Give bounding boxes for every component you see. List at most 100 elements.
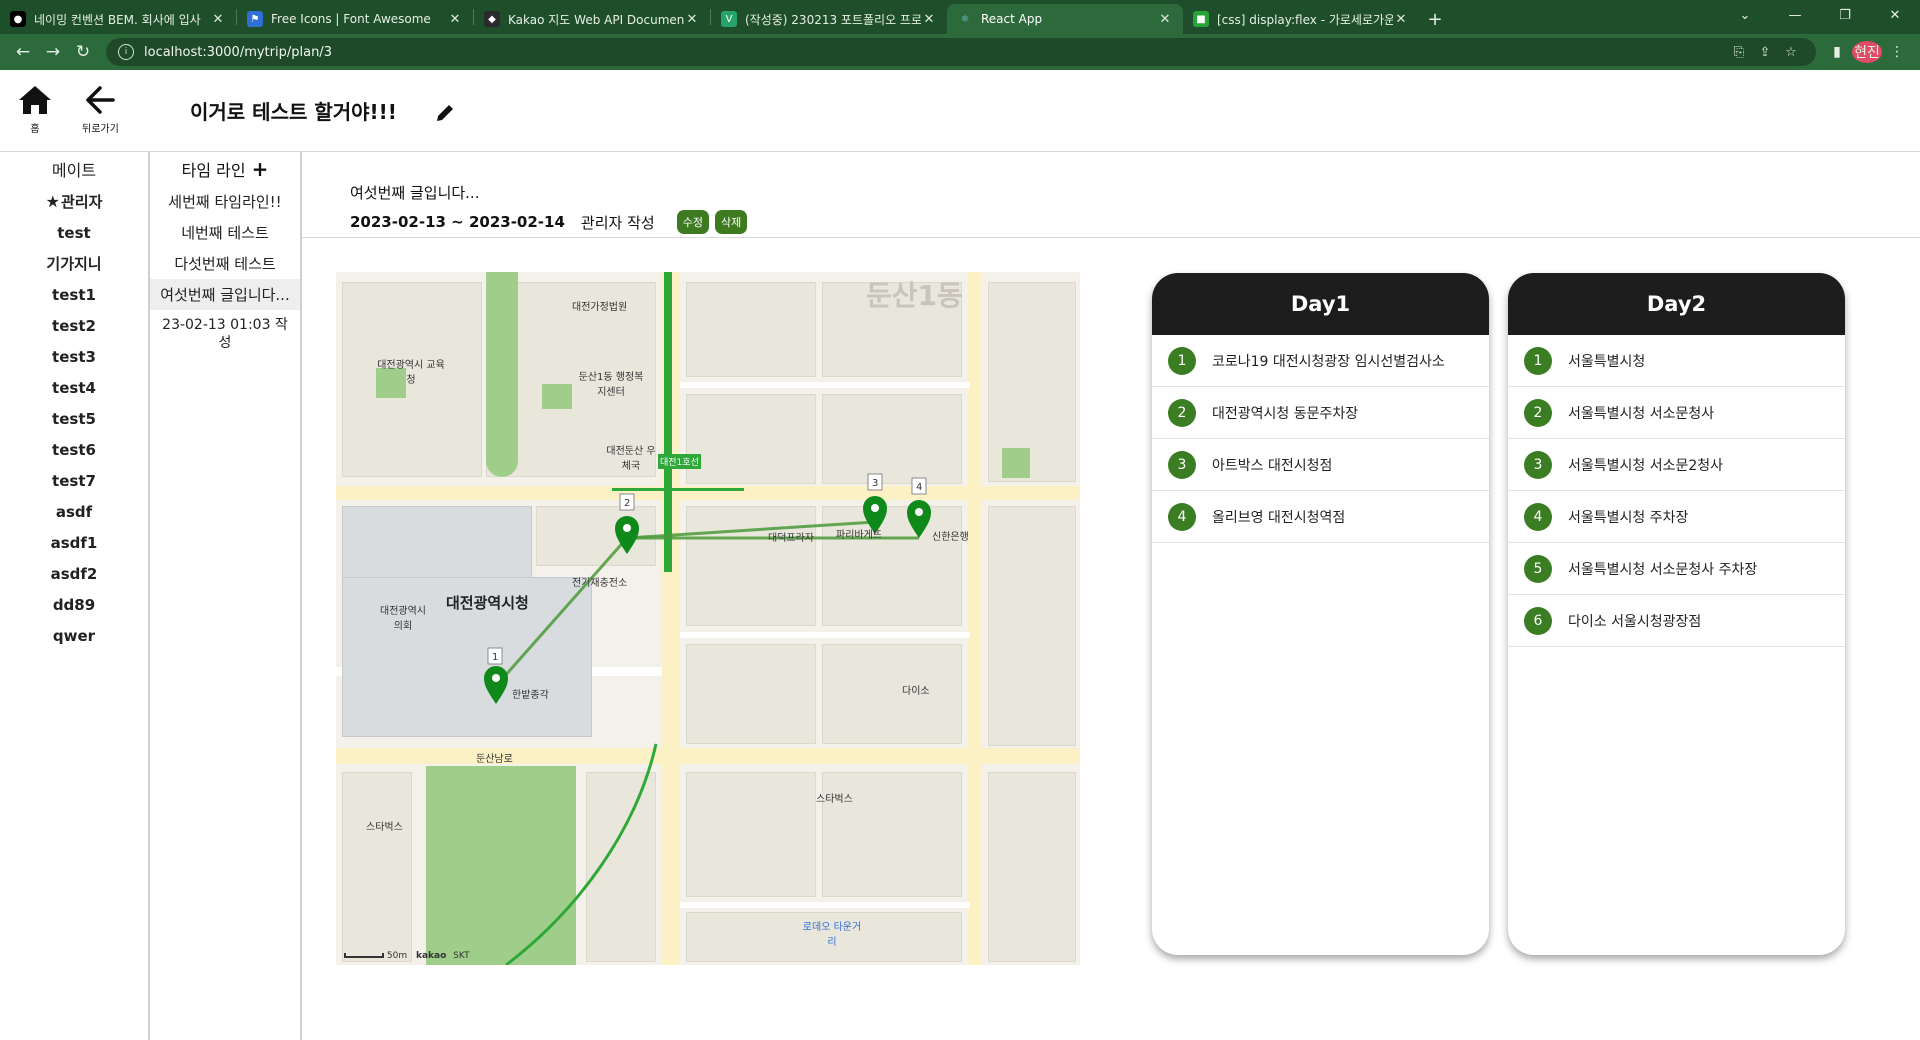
home-button[interactable]: 홈: [17, 84, 53, 135]
close-tab-icon[interactable]: ✕: [1393, 12, 1409, 27]
browser-tab[interactable]: V (작성중) 230213 포트폴리오 프로 ✕: [711, 4, 947, 34]
day-place-row[interactable]: 3 서울특별시청 서소문2청사: [1508, 439, 1845, 491]
map-label: 한밭종각: [512, 690, 549, 701]
new-tab-button[interactable]: +: [1419, 4, 1451, 34]
timeline-item[interactable]: 다섯번째 테스트: [150, 248, 300, 279]
mate-item[interactable]: test2: [0, 310, 148, 341]
mate-item[interactable]: test6: [0, 434, 148, 465]
back-icon[interactable]: ←: [8, 38, 38, 66]
place-number-badge: 4: [1524, 502, 1552, 531]
profile-avatar[interactable]: 현진: [1852, 41, 1882, 63]
map-label: 파리바게뜨: [836, 530, 882, 541]
day-place-row[interactable]: 5 서울특별시청 서소문청사 주차장: [1508, 543, 1845, 595]
tab-search-icon[interactable]: ⌄: [1720, 0, 1770, 30]
browser-toolbar: ← → ↻ i localhost:3000/mytrip/plan/3 ⎘ ⇪…: [0, 34, 1920, 70]
close-tab-icon[interactable]: ✕: [447, 12, 463, 27]
svg-text:4: 4: [916, 482, 922, 493]
bookmark-star-icon[interactable]: ☆: [1778, 45, 1804, 60]
mate-item-admin[interactable]: ★ 관리자: [0, 186, 148, 217]
day-title: Day2: [1508, 273, 1845, 335]
place-name: 서울특별시청: [1568, 353, 1646, 370]
place-name: 아트박스 대전시청점: [1212, 457, 1333, 474]
browser-tab[interactable]: ● 네이밍 컨벤션 BEM. 회사에 입사 ✕: [0, 4, 236, 34]
forward-icon[interactable]: →: [38, 38, 68, 66]
mate-item[interactable]: test: [0, 217, 148, 248]
translate-icon[interactable]: ⎘: [1726, 45, 1752, 60]
day-place-row[interactable]: 4 올리브영 대전시청역점: [1152, 491, 1489, 543]
edit-button[interactable]: 수정: [676, 210, 709, 234]
tab-favicon-icon: ●: [10, 11, 26, 27]
browser-tab[interactable]: ■ [css] display:flex - 가로세로가운 ✕: [1183, 4, 1419, 34]
day-place-row[interactable]: 1 코로나19 대전시청광장 임시선별검사소: [1152, 335, 1489, 387]
mate-item[interactable]: asdf1: [0, 527, 148, 558]
site-info-icon[interactable]: i: [118, 44, 134, 60]
place-name: 코로나19 대전시청광장 임시선별검사소: [1212, 353, 1445, 370]
app-header: 홈 뒤로가기 이거로 테스트 할거야!!!: [0, 70, 1920, 152]
page: 홈 뒤로가기 이거로 테스트 할거야!!! 메이트 ★ 관리자 test 기가지니…: [0, 70, 1920, 1040]
add-timeline-icon[interactable]: +: [252, 157, 269, 181]
close-tab-icon[interactable]: ✕: [921, 12, 937, 27]
arrow-left-icon: [86, 86, 116, 114]
mate-item[interactable]: test5: [0, 403, 148, 434]
place-number-badge: 1: [1524, 346, 1552, 375]
address-bar[interactable]: i localhost:3000/mytrip/plan/3 ⎘ ⇪ ☆: [106, 38, 1816, 66]
day-place-row[interactable]: 3 아트박스 대전시청점: [1152, 439, 1489, 491]
mate-item[interactable]: 기가지니: [0, 248, 148, 279]
map-label: 대전둔산 우체국: [606, 446, 656, 472]
back-button[interactable]: 뒤로가기: [82, 84, 119, 135]
tab-title: Kakao 지도 Web API Document: [508, 12, 684, 27]
place-name: 서울특별시청 서소문청사: [1568, 405, 1715, 422]
main-content: 여섯번째 글입니다... 2023-02-13 ~ 2023-02-14 관리자…: [302, 152, 1920, 1040]
day-place-row[interactable]: 6 다이소 서울시청광장점: [1508, 595, 1845, 647]
close-tab-icon[interactable]: ✕: [684, 12, 700, 27]
mate-item[interactable]: test7: [0, 465, 148, 496]
close-tab-icon[interactable]: ✕: [1157, 12, 1173, 27]
map-label-metro: 대전1호선: [658, 454, 701, 469]
day-place-row[interactable]: 1 서울특별시청: [1508, 335, 1845, 387]
mate-item[interactable]: asdf: [0, 496, 148, 527]
tab-title: Free Icons | Font Awesome: [271, 12, 431, 26]
minimize-icon[interactable]: —: [1770, 0, 1820, 30]
day-place-row[interactable]: 2 대전광역시청 동문주차장: [1152, 387, 1489, 439]
home-label: 홈: [30, 124, 40, 135]
browser-tab-active[interactable]: ⚛ React App ✕: [947, 4, 1183, 34]
mate-item[interactable]: qwer: [0, 620, 148, 651]
timeline-item[interactable]: 네번째 테스트: [150, 217, 300, 248]
close-window-icon[interactable]: ✕: [1870, 0, 1920, 30]
side-panel-icon[interactable]: ▮: [1822, 44, 1852, 60]
blog-icon: ■: [1193, 11, 1209, 27]
menu-kebab-icon[interactable]: ⋮: [1882, 44, 1912, 60]
map-label: 로데오 타운거리: [802, 922, 862, 948]
svg-text:1: 1: [492, 652, 498, 663]
pencil-icon[interactable]: [434, 102, 456, 124]
mate-item[interactable]: test4: [0, 372, 148, 403]
star-icon: ★: [45, 192, 60, 211]
place-number-badge: 3: [1524, 450, 1552, 479]
mate-item[interactable]: test3: [0, 341, 148, 372]
mate-item[interactable]: dd89: [0, 589, 148, 620]
restore-icon[interactable]: ❐: [1820, 0, 1870, 30]
map-label: 스타벅스: [816, 794, 853, 805]
mate-item[interactable]: asdf2: [0, 558, 148, 589]
place-number-badge: 5: [1524, 554, 1552, 583]
mate-item[interactable]: test1: [0, 279, 148, 310]
browser-tab[interactable]: ⚑ Free Icons | Font Awesome ✕: [237, 4, 473, 34]
timeline-item[interactable]: 세번째 타임라인!!: [150, 186, 300, 217]
share-icon[interactable]: ⇪: [1752, 45, 1778, 60]
timeline-item-active[interactable]: 여섯번째 글입니다...: [150, 279, 300, 310]
day-place-row[interactable]: 4 서울특별시청 주차장: [1508, 491, 1845, 543]
place-number-badge: 3: [1168, 450, 1196, 479]
kakao-map[interactable]: 1 2 3 4 대전광역시청 대전광역시 교육청 대전가정법원 둔산1동 행정복…: [336, 272, 1080, 965]
close-tab-icon[interactable]: ✕: [210, 12, 226, 27]
scale-bar: [344, 953, 384, 958]
map-label-district: 둔산1동: [866, 279, 963, 312]
home-icon: [19, 86, 51, 114]
reload-icon[interactable]: ↻: [68, 38, 98, 66]
back-label: 뒤로가기: [82, 124, 119, 135]
browser-tab[interactable]: ◆ Kakao 지도 Web API Document ✕: [474, 4, 710, 34]
place-name: 서울특별시청 주차장: [1568, 509, 1689, 526]
map-label: 둔산남로: [476, 754, 513, 765]
delete-button[interactable]: 삭제: [714, 210, 748, 234]
timeline-header: 타임 라인 +: [150, 152, 300, 186]
day-place-row[interactable]: 2 서울특별시청 서소문청사: [1508, 387, 1845, 439]
